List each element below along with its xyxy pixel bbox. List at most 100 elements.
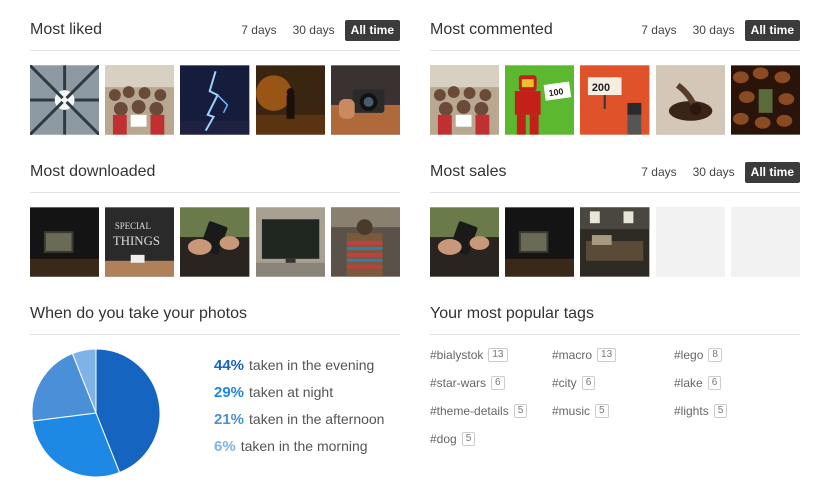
panel-title: Most commented: [430, 21, 553, 38]
tag-count-badge: 5: [461, 432, 476, 446]
panel-header: Most commented 7 days 30 days All time: [430, 20, 800, 51]
legend-item: 6% taken in the morning: [214, 438, 368, 455]
tag-item[interactable]: #lego 8: [674, 348, 722, 362]
tag-count-badge: 5: [595, 404, 609, 418]
tag-item[interactable]: #theme-details 5: [430, 404, 528, 418]
tag-name: #lego: [674, 348, 704, 362]
thumbnail-row: [30, 65, 401, 135]
photo-thumbnail[interactable]: 200: [580, 65, 650, 135]
tag-count-badge: 13: [597, 348, 617, 362]
tag-name: #star-wars: [430, 376, 487, 390]
tag-name: #city: [552, 376, 577, 390]
filter-all-time[interactable]: All time: [744, 20, 800, 41]
legend-label: taken in the morning: [240, 438, 368, 454]
svg-text:THINGS: THINGS: [113, 234, 160, 248]
legend-percent: 44%: [214, 357, 245, 374]
panel-header: When do you take your photos: [30, 304, 400, 335]
photo-thumbnail[interactable]: [255, 207, 325, 277]
photo-thumbnail[interactable]: [105, 65, 175, 135]
tag-count-badge: 6: [491, 376, 505, 390]
tag-count-badge: 6: [707, 376, 722, 390]
tag-item[interactable]: #music 5: [552, 404, 609, 418]
legend-item: 29% taken at night: [214, 384, 333, 401]
tag-name: #music: [552, 404, 591, 418]
photo-thumbnail[interactable]: SPECIAL THINGS: [105, 207, 175, 277]
tag-name: #bialystok: [430, 348, 484, 362]
svg-text:SPECIAL: SPECIAL: [115, 221, 151, 231]
tag-item[interactable]: #lake 6: [674, 376, 722, 390]
panel-header: Most sales 7 days 30 days All time: [430, 162, 800, 193]
tag-item[interactable]: #bialystok 13: [430, 348, 508, 362]
most-liked-panel: Most liked 7 days 30 days All time: [30, 20, 401, 135]
tag-item[interactable]: #dog 5: [430, 432, 476, 446]
tag-name: #dog: [430, 432, 457, 446]
tags-grid: #bialystok 13 #macro 13 #lego 8 #star-wars 6…: [430, 348, 800, 458]
tag-count-badge: 5: [713, 404, 728, 418]
most-downloaded-panel: Most downloaded SPECIAL THINGS: [30, 162, 401, 277]
time-filters: 7 days 30 days All time: [631, 162, 800, 183]
tag-name: #lake: [674, 376, 703, 390]
legend-item: 44% taken in the evening: [214, 357, 374, 374]
tag-name: #theme-details: [430, 404, 509, 418]
legend-label: taken in the afternoon: [249, 411, 385, 427]
tag-name: #lights: [674, 404, 709, 418]
filter-7-days[interactable]: 7 days: [235, 20, 282, 41]
tag-count-badge: 6: [581, 376, 596, 390]
photo-thumbnail[interactable]: [430, 65, 500, 135]
thumbnail-row: [430, 207, 801, 277]
filter-30-days[interactable]: 30 days: [687, 162, 741, 183]
panel-title: Most sales: [430, 163, 507, 180]
legend-percent: 6%: [214, 438, 236, 455]
filter-all-time[interactable]: All time: [344, 20, 400, 41]
photo-thumbnail[interactable]: [330, 65, 401, 135]
legend-label: taken at night: [249, 384, 334, 400]
empty-thumbnail: [730, 207, 801, 277]
legend-label: taken in the evening: [249, 357, 375, 373]
filter-7-days[interactable]: 7 days: [635, 20, 682, 41]
photo-thumbnail[interactable]: [30, 207, 100, 277]
panel-header: Most downloaded: [30, 162, 400, 193]
legend-item: 21% taken in the afternoon: [214, 411, 384, 428]
filter-7-days[interactable]: 7 days: [635, 162, 682, 183]
panel-title: Most liked: [30, 21, 103, 38]
most-commented-panel: Most commented 7 days 30 days All time 1…: [430, 20, 801, 135]
time-filters: 7 days 30 days All time: [631, 20, 800, 41]
filter-30-days[interactable]: 30 days: [287, 20, 341, 41]
panel-header: Your most popular tags: [430, 304, 800, 335]
time-filters: 7 days 30 days All time: [231, 20, 400, 41]
photo-thumbnail[interactable]: [30, 65, 100, 135]
photo-thumbnail[interactable]: [255, 65, 325, 135]
photo-thumbnail[interactable]: [430, 207, 500, 277]
photo-thumbnail[interactable]: [580, 207, 650, 277]
tag-name: #macro: [552, 348, 593, 362]
tag-count-badge: 5: [513, 404, 528, 418]
photo-thumbnail[interactable]: [180, 65, 250, 135]
panel-title: Your most popular tags: [430, 305, 594, 322]
thumbnail-row: 100 200: [430, 65, 801, 135]
tag-count-badge: 13: [488, 348, 508, 362]
tag-item[interactable]: #city 6: [552, 376, 596, 390]
time-of-day-pie-chart: [31, 348, 161, 478]
panel-title: Most downloaded: [30, 163, 156, 180]
thumbnail-row: SPECIAL THINGS: [30, 207, 401, 277]
svg-text:200: 200: [592, 82, 610, 94]
filter-all-time[interactable]: All time: [744, 162, 800, 183]
tag-count-badge: 8: [708, 348, 722, 362]
svg-text:100: 100: [548, 86, 564, 98]
photo-thumbnail[interactable]: 100: [505, 65, 575, 135]
photo-thumbnail[interactable]: [180, 207, 250, 277]
tag-item[interactable]: #lights 5: [674, 404, 728, 418]
tag-item[interactable]: #star-wars 6: [430, 376, 505, 390]
legend-percent: 29%: [214, 384, 245, 401]
popular-tags-panel: Your most popular tags #bialystok 13 #mac…: [430, 304, 800, 484]
empty-thumbnail: [655, 207, 725, 277]
photo-thumbnail[interactable]: [655, 65, 725, 135]
filter-30-days[interactable]: 30 days: [687, 20, 741, 41]
panel-header: Most liked 7 days 30 days All time: [30, 20, 400, 51]
photo-thumbnail[interactable]: [730, 65, 801, 135]
photo-times-panel: When do you take your photos 44% taken in…: [30, 304, 400, 484]
photo-thumbnail[interactable]: [330, 207, 401, 277]
most-sales-panel: Most sales 7 days 30 days All time: [430, 162, 801, 277]
tag-item[interactable]: #macro 13: [552, 348, 617, 362]
photo-thumbnail[interactable]: [505, 207, 575, 277]
